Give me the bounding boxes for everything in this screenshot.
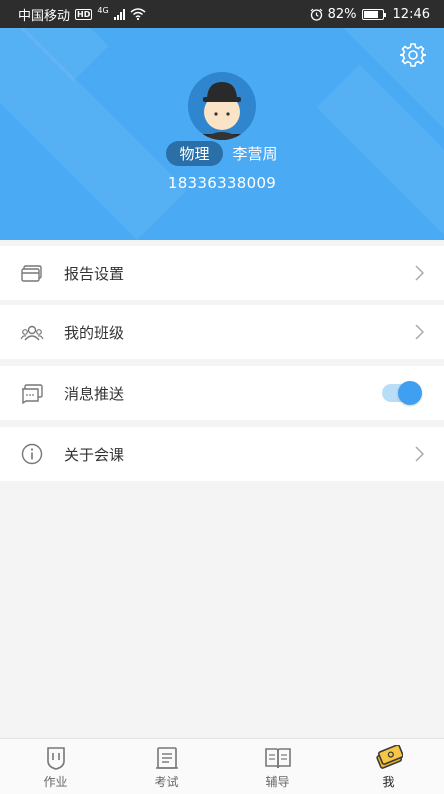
message-icon	[22, 384, 43, 405]
alarm-icon	[310, 8, 323, 21]
network-type: 4G	[97, 5, 109, 15]
avatar[interactable]	[188, 72, 256, 140]
card-icon	[21, 265, 42, 282]
avatar-face-icon	[198, 82, 246, 140]
menu-label: 消息推送	[64, 384, 125, 403]
profile-info-row: 物理 李营周	[0, 141, 444, 166]
battery-icon	[361, 8, 386, 20]
battery-percent: 82%	[327, 6, 357, 22]
me-icon	[375, 745, 403, 769]
menu-label: 报告设置	[64, 264, 125, 283]
tab-label: 考试	[154, 775, 179, 789]
menu-item-my-class[interactable]: 我的班级	[0, 305, 444, 359]
wifi-icon	[130, 8, 146, 20]
menu-item-about[interactable]: 关于会课	[0, 427, 444, 481]
signal-icon	[113, 8, 125, 20]
tab-exam[interactable]: 考试	[111, 739, 222, 794]
chevron-right-icon	[415, 446, 424, 462]
chevron-right-icon	[415, 265, 424, 281]
bottom-tab-bar: 作业 考试 辅导 我	[0, 738, 444, 794]
tab-label: 辅导	[265, 775, 290, 789]
toggle-knob	[398, 381, 422, 405]
tab-me[interactable]: 我	[333, 739, 444, 794]
homework-icon	[46, 747, 65, 770]
exam-icon	[155, 747, 178, 769]
group-icon	[20, 325, 44, 341]
menu-label: 我的班级	[64, 323, 125, 342]
menu-item-report-settings[interactable]: 报告设置	[0, 246, 444, 300]
info-icon	[21, 443, 43, 465]
tab-label: 作业	[43, 775, 68, 789]
profile-header: 物理 李营周 18336338009	[0, 28, 444, 240]
settings-gear-icon[interactable]	[400, 42, 426, 68]
phone-number: 18336338009	[167, 174, 277, 192]
menu-item-message-push: 消息推送	[0, 366, 444, 420]
book-icon	[264, 748, 291, 769]
subject-badge: 物理	[166, 141, 223, 166]
menu-label: 关于会课	[64, 445, 125, 464]
status-left: 中国移动 HD 4G	[18, 5, 146, 24]
tab-label: 我	[382, 775, 395, 789]
hd-badge: HD	[75, 8, 93, 20]
user-name: 李营周	[232, 145, 278, 163]
tab-homework[interactable]: 作业	[0, 739, 111, 794]
clock: 12:46	[392, 6, 430, 22]
tab-tutoring[interactable]: 辅导	[222, 739, 333, 794]
chevron-right-icon	[415, 324, 424, 340]
status-bar: 中国移动 HD 4G 82% 12:46	[0, 0, 444, 28]
message-push-toggle[interactable]	[382, 381, 422, 405]
carrier-name: 中国移动	[18, 8, 71, 24]
status-right: 82% 12:46	[310, 7, 430, 22]
